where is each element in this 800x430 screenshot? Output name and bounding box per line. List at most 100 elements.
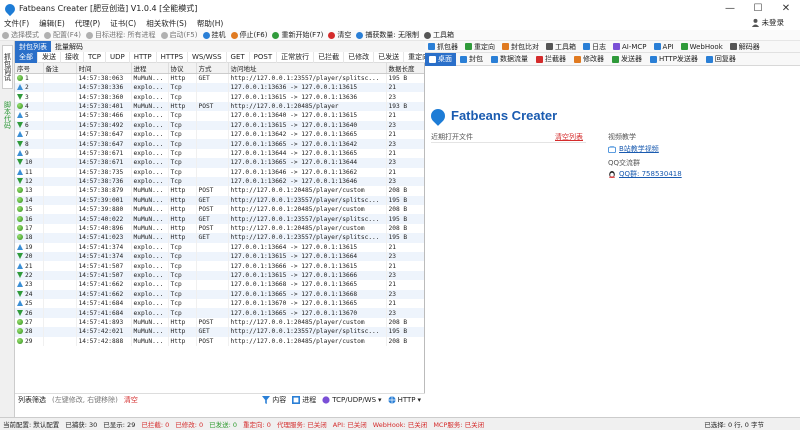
table-row[interactable]: 27 14:57:41:893 MuMuN... Http POST http://127… (15, 317, 424, 328)
table-row[interactable]: 21 14:57:41:507 explo... Tcp 127.0.0.1:13666… (15, 261, 424, 271)
table-row[interactable]: 4 14:57:38:401 MuMuN... Http POST http://127.… (15, 101, 424, 112)
right-tab-3[interactable]: 拦截器 (532, 53, 570, 66)
toolbar-item-5[interactable]: 停止(F6) (230, 30, 267, 40)
menu-help[interactable]: 帮助(H) (197, 18, 224, 29)
table-row[interactable]: 26 14:57:41:684 explo... Tcp 127.0.0.1:13665… (15, 308, 424, 318)
toolbar-item-1[interactable]: 配置(F4) (44, 30, 81, 40)
filter-tab-4[interactable]: UDP (106, 51, 130, 63)
filter-tab-12[interactable]: 已修改 (344, 51, 375, 63)
table-row[interactable]: 7 14:57:38:647 explo... Tcp 127.0.0.1:13642 … (15, 129, 424, 140)
table-row[interactable]: 5 14:57:38:466 explo... Tcp 127.0.0.1:13640 … (15, 111, 424, 121)
tab-packet-list[interactable]: 封包列表 (15, 41, 51, 52)
right-tool-6[interactable]: API (653, 43, 674, 51)
table-row[interactable]: 9 14:57:38:671 explo... Tcp 127.0.0.1:13644 … (15, 148, 424, 159)
close-button[interactable]: ✕ (772, 0, 800, 17)
filter-tab-2[interactable]: 接收 (61, 51, 84, 63)
filter-tab-1[interactable]: 发送 (38, 51, 61, 63)
table-row[interactable]: 23 14:57:41:662 explo... Tcp 127.0.0.1:13668… (15, 280, 424, 290)
col-header-length[interactable]: 数据长度 (386, 63, 424, 74)
right-tab-0[interactable]: 桌面 (425, 52, 456, 66)
filter-tab-5[interactable]: HTTP (130, 51, 157, 63)
right-tool-8[interactable]: 解码器 (729, 42, 760, 52)
right-tool-7[interactable]: WebHook (680, 43, 723, 51)
filter-tab-8[interactable]: GET (227, 51, 250, 63)
table-row[interactable]: 18 14:57:41:023 MuMuN... Http GET http://127.… (15, 233, 424, 243)
toolbar-item-2[interactable]: 目标进程: 所有进程 (85, 30, 156, 40)
table-row[interactable]: 28 14:57:42:021 MuMuN... Http GET http://127.… (15, 327, 424, 337)
filter-tcp-button[interactable]: TCP/UDP/WS ▾ (322, 396, 382, 404)
col-header-process[interactable]: 进程 (131, 63, 169, 74)
filter-tab-3[interactable]: TCP (84, 51, 106, 63)
filter-tab-9[interactable]: POST (250, 51, 278, 63)
col-header-index[interactable]: 序号 (15, 63, 44, 74)
table-row[interactable]: 29 14:57:42:888 MuMuN... Http POST http://127… (15, 336, 424, 346)
filter-tab-6[interactable]: HTTPS (157, 51, 189, 63)
toolbar-item-8[interactable]: 捕获数量: 无限制 (356, 30, 419, 40)
toolbar-item-3[interactable]: 启动(F5) (160, 30, 198, 40)
minimize-button[interactable]: — (716, 0, 744, 17)
right-tab-7[interactable]: 回复器 (702, 53, 740, 66)
menu-edit[interactable]: 编辑(E) (39, 18, 65, 29)
menu-related-software[interactable]: 相关软件(S) (146, 18, 187, 29)
right-tab-1[interactable]: 封包 (456, 53, 487, 66)
table-row[interactable]: 14 14:57:39:001 MuMuN... Http GET http://127.… (15, 195, 424, 206)
maximize-button[interactable]: ☐ (744, 0, 772, 17)
table-row[interactable]: 11 14:57:38:735 explo... Tcp 127.0.0.1:13646… (15, 167, 424, 177)
list-filter-clear[interactable]: 清空 (124, 395, 138, 405)
right-tool-5[interactable]: AI-MCP (613, 43, 647, 51)
table-row[interactable]: 25 14:57:41:684 explo... Tcp 127.0.0.1:13670… (15, 298, 424, 309)
tab-script-code[interactable]: 脚本代码 (2, 93, 13, 137)
toolbar-item-7[interactable]: 清空 (328, 30, 351, 40)
filter-tab-0[interactable]: 全部 (15, 51, 38, 63)
video-tutorial-link[interactable]: B站教学视频 (619, 144, 659, 154)
col-header-protocol[interactable]: 协议 (168, 63, 197, 74)
filter-tab-13[interactable]: 已发送 (374, 51, 405, 63)
table-row[interactable]: 6 14:57:38:492 explo... Tcp 127.0.0.1:13615 … (15, 120, 424, 130)
tab-batch-decode[interactable]: 批量解码 (51, 41, 87, 52)
table-row[interactable]: 2 14:57:38:336 explo... Tcp 127.0.0.1:13636 … (15, 83, 424, 93)
toolbar-item-9[interactable]: 工具箱 (424, 30, 454, 40)
filter-tab-11[interactable]: 已拦截 (314, 51, 345, 63)
col-header-time[interactable]: 时间 (76, 63, 132, 74)
table-row[interactable]: 20 14:57:41:374 explo... Tcp 127.0.0.1:13615… (15, 252, 424, 262)
filter-http-button[interactable]: HTTP ▾ (387, 396, 421, 404)
table-row[interactable]: 16 14:57:40:022 MuMuN... Http GET http://127.… (15, 214, 424, 224)
table-row[interactable]: 1 14:57:38:063 MuMuN... Http GET http://127.0… (15, 73, 424, 83)
table-row[interactable]: 8 14:57:38:647 explo... Tcp 127.0.0.1:13665 … (15, 139, 424, 149)
menu-certificate[interactable]: 证书(C) (110, 18, 136, 29)
filter-content-button[interactable]: 内容 (262, 395, 286, 405)
qq-group-link[interactable]: QQ群: 758530418 (619, 169, 682, 179)
table-row[interactable]: 22 14:57:41:507 explo... Tcp 127.0.0.1:13615… (15, 270, 424, 281)
clear-recent-link[interactable]: 清空列表 (555, 132, 583, 142)
login-status[interactable]: 未登录 (751, 17, 795, 28)
table-row[interactable]: 19 14:57:41:374 explo... Tcp 127.0.0.1:13664… (15, 242, 424, 253)
right-tab-2[interactable]: 数据流量 (487, 53, 532, 66)
col-header-url[interactable]: 访问地址 (228, 63, 387, 74)
table-row[interactable]: 15 14:57:39:880 MuMuN... Http POST http://127… (15, 205, 424, 215)
filter-tab-7[interactable]: WS/WSS (188, 51, 227, 63)
right-tool-1[interactable]: 重定向 (465, 42, 495, 52)
right-tool-0[interactable]: 抓包器 (428, 42, 458, 52)
menu-proxy[interactable]: 代理(P) (75, 18, 100, 29)
filter-process-button[interactable]: 进程 (292, 395, 316, 405)
table-row[interactable]: 17 14:57:40:896 MuMuN... Http POST http://127… (15, 223, 424, 234)
filter-tab-10[interactable]: 正常放行 (277, 51, 315, 63)
col-header-method[interactable]: 方式 (196, 63, 229, 74)
right-tool-3[interactable]: 工具箱 (546, 42, 576, 52)
menu-file[interactable]: 文件(F) (4, 18, 29, 29)
toolbar-item-6[interactable]: 重新开始(F7) (272, 30, 323, 40)
table-row[interactable]: 12 14:57:38:736 explo... Tcp 127.0.0.1:13662… (15, 176, 424, 187)
right-tab-4[interactable]: 修改器 (570, 53, 608, 66)
right-tool-4[interactable]: 日志 (583, 42, 606, 52)
table-row[interactable]: 13 14:57:38:879 MuMuN... Http POST http://127… (15, 186, 424, 196)
right-tab-6[interactable]: HTTP发送器 (646, 53, 702, 66)
right-tab-5[interactable]: 发送器 (608, 53, 646, 66)
table-row[interactable]: 10 14:57:38:671 explo... Tcp 127.0.0.1:13665… (15, 158, 424, 168)
col-header-note[interactable]: 备注 (43, 63, 77, 74)
toolbar-item-0[interactable]: 选择模式 (2, 30, 39, 40)
table-row[interactable]: 3 14:57:38:360 explo... Tcp 127.0.0.1:13615 … (15, 92, 424, 102)
right-tool-2[interactable]: 封包比对 (502, 42, 539, 52)
tab-capture-debug[interactable]: 抓包调试 (2, 45, 13, 89)
toolbar-item-4[interactable]: 挂机 (202, 30, 226, 40)
table-row[interactable]: 24 14:57:41:662 explo... Tcp 127.0.0.1:13665… (15, 289, 424, 299)
